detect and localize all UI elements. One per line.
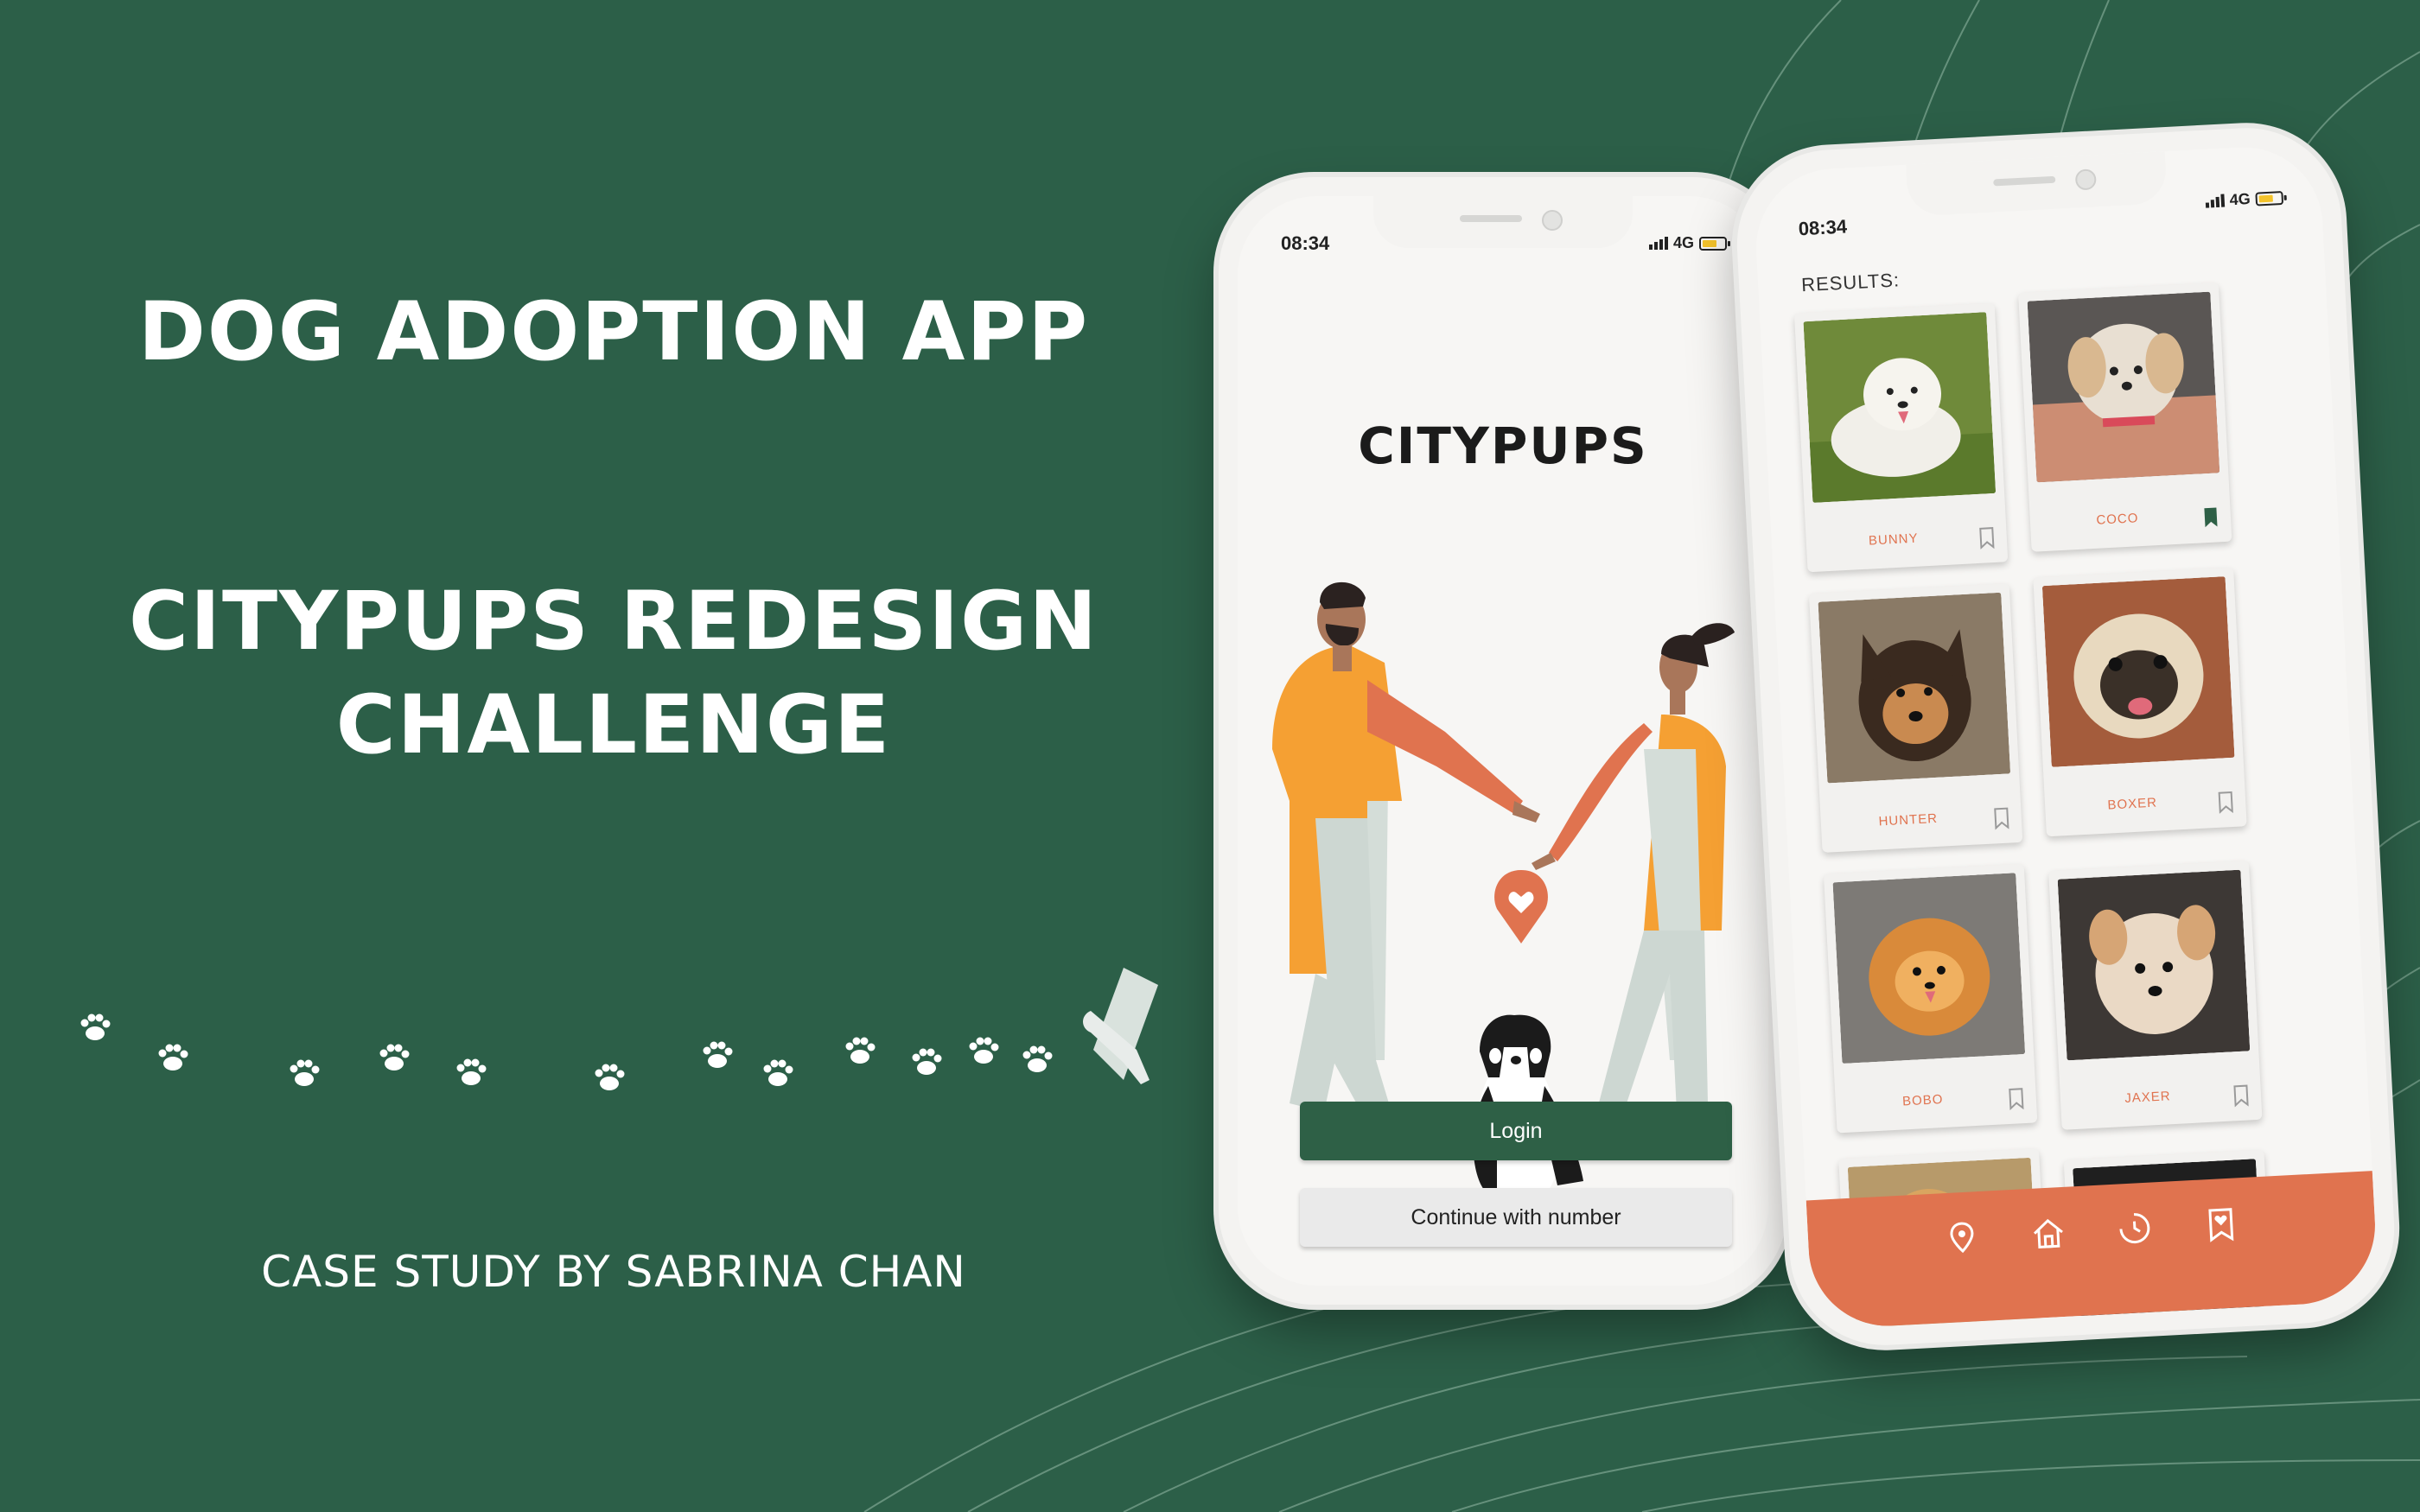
saved-icon[interactable] xyxy=(2201,1204,2241,1243)
bookmark-icon[interactable] xyxy=(2232,1083,2249,1108)
dog-card[interactable]: HUNTER xyxy=(1808,583,2023,853)
dog-photo xyxy=(1832,873,2026,1064)
dog-card[interactable]: BOXER xyxy=(2033,567,2247,837)
speaker xyxy=(1993,175,2056,187)
results-screen: 08:34 4G RESULTS: BUNNY COCO HUNTER BOXE… xyxy=(1752,143,2379,1331)
dog-name: HUNTER xyxy=(1878,810,1939,829)
dog-card[interactable]: COCO xyxy=(2018,283,2232,552)
location-icon[interactable] xyxy=(1942,1217,1982,1257)
status-indicators: 4G xyxy=(2205,188,2284,211)
signal-icon xyxy=(2205,194,2226,208)
subtitle-line-2: CHALLENGE xyxy=(335,678,892,772)
bookmark-icon[interactable] xyxy=(2008,1087,2024,1111)
history-icon[interactable] xyxy=(2115,1208,2155,1248)
page-title: DOG ADOPTION APP xyxy=(137,285,1090,379)
bookmark-icon[interactable] xyxy=(2218,791,2234,814)
dog-photo xyxy=(2027,291,2220,483)
login-phone: 08:34 4G CITYPUPS Login Continue with nu… xyxy=(1219,177,1787,1305)
dog-card[interactable]: JAXER xyxy=(2048,861,2263,1130)
dog-name: BOBO xyxy=(1901,1091,1944,1109)
login-button[interactable]: Login xyxy=(1300,1102,1732,1160)
phone-notch xyxy=(1906,151,2168,217)
camera xyxy=(2074,168,2097,191)
continue-with-number-button[interactable]: Continue with number xyxy=(1300,1188,1732,1247)
dog-name: JAXER xyxy=(2124,1089,2172,1106)
home-icon[interactable] xyxy=(2028,1213,2068,1253)
login-screen: 08:34 4G CITYPUPS Login Continue with nu… xyxy=(1238,196,1768,1286)
dog-photo xyxy=(1818,592,2011,784)
results-phone: 08:34 4G RESULTS: BUNNY COCO HUNTER BOXE… xyxy=(1732,123,2399,1350)
case-study-byline: CASE STUDY BY SABRINA CHAN xyxy=(261,1247,966,1297)
subtitle-line-1: CITYPUPS REDESIGN xyxy=(128,575,1099,669)
bookmark-icon[interactable] xyxy=(1993,807,2009,830)
woman-figure xyxy=(1532,623,1735,1147)
dog-card[interactable]: BOBO xyxy=(1823,863,2038,1134)
dog-name: BOXER xyxy=(2107,795,2158,813)
network-label: 4G xyxy=(2229,189,2251,209)
dog-photo xyxy=(1803,312,1996,503)
status-time: 08:34 xyxy=(1798,215,1848,240)
results-label: RESULTS: xyxy=(1800,269,1901,296)
bookmark-saved-icon[interactable] xyxy=(2202,505,2219,529)
dog-name: BUNNY xyxy=(1868,530,1919,549)
dog-name: COCO xyxy=(2096,511,2139,528)
dog-photo xyxy=(2057,869,2251,1061)
dog-card[interactable]: BUNNY xyxy=(1793,302,2009,573)
bookmark-icon[interactable] xyxy=(1978,526,1995,550)
heart-pin-icon xyxy=(1494,870,1548,943)
page-subtitle: CITYPUPS REDESIGN CHALLENGE xyxy=(0,570,1227,778)
dog-photo xyxy=(2041,576,2235,767)
battery-icon xyxy=(2255,190,2284,206)
